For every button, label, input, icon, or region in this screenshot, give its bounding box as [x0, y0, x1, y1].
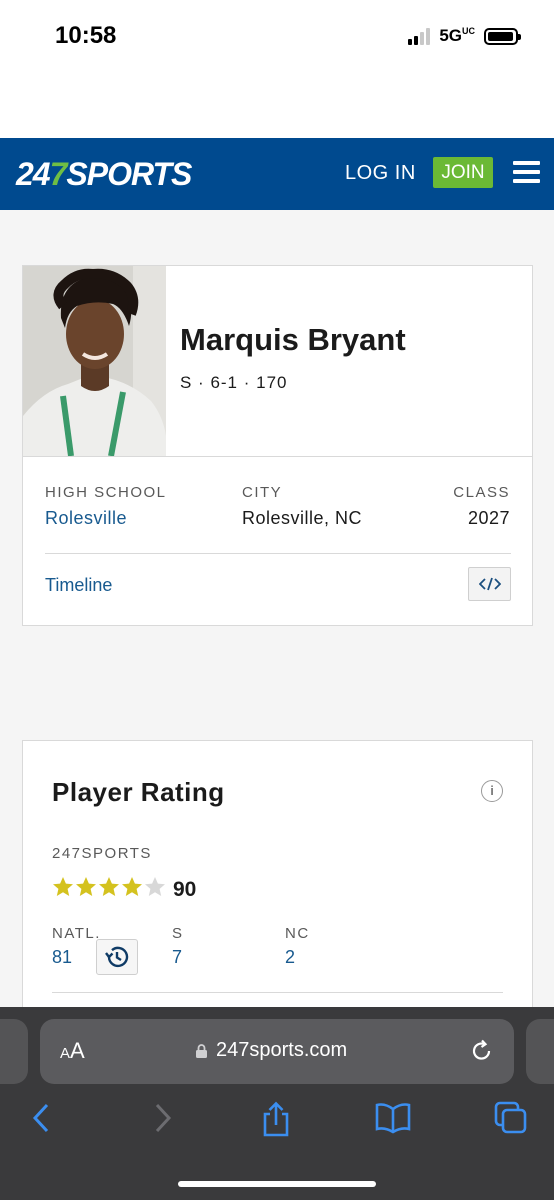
divider: [52, 992, 503, 993]
history-icon: [105, 946, 129, 968]
timeline-link[interactable]: Timeline: [45, 575, 112, 596]
join-button[interactable]: JOIN: [433, 157, 493, 188]
signal-icon: [408, 27, 431, 45]
player-photo: [23, 266, 166, 456]
high-school-link[interactable]: Rolesville: [45, 508, 127, 529]
star-empty-icon: [145, 877, 165, 896]
rating-score: 90: [173, 878, 197, 901]
status-bar: 10:58 5GUC: [0, 0, 554, 138]
reader-large-a: A: [70, 1038, 85, 1063]
status-time: 10:58: [55, 22, 117, 49]
logo-word: SPORTS: [66, 156, 192, 192]
divider: [23, 456, 532, 457]
rank-history-button[interactable]: [96, 939, 138, 975]
reader-text-size-button[interactable]: AA: [60, 1038, 85, 1064]
reader-small-a: A: [60, 1045, 71, 1062]
login-link[interactable]: LOG IN: [345, 162, 416, 185]
player-name: Marquis Bryant: [180, 322, 406, 357]
class-label: CLASS: [453, 484, 510, 501]
embed-code-button[interactable]: [468, 567, 511, 601]
next-tab-peek[interactable]: [526, 1019, 554, 1084]
address-bar[interactable]: AA 247sports.com: [40, 1019, 514, 1084]
divider: [45, 553, 511, 554]
city-label: CITY: [242, 484, 283, 501]
share-icon[interactable]: [259, 1101, 293, 1137]
code-icon: [478, 577, 501, 591]
player-profile-card: Marquis Bryant S · 6-1 · 170 HIGH SCHOOL…: [22, 265, 533, 626]
status-indicators: 5GUC: [408, 26, 521, 46]
site-logo[interactable]: 247SPORTS: [16, 156, 192, 193]
position-rank-label: S: [172, 925, 184, 942]
network-label: 5GUC: [439, 26, 475, 46]
national-rank-label: NATL.: [52, 925, 101, 942]
player-rating-card: Player Rating i 247SPORTS 90 NATL. 81 S …: [22, 740, 533, 1040]
network-suffix: UC: [462, 26, 475, 36]
info-icon[interactable]: i: [481, 780, 503, 802]
back-icon[interactable]: [25, 1101, 59, 1135]
bookmarks-icon[interactable]: [375, 1101, 411, 1135]
star-filled-icon: [53, 877, 73, 896]
previous-tab-peek[interactable]: [0, 1019, 28, 1084]
url-text: 247sports.com: [216, 1039, 348, 1061]
player-position-height-weight: S · 6-1 · 170: [180, 373, 288, 392]
state-rank-label: NC: [285, 925, 310, 942]
star-filled-icon: [122, 877, 142, 896]
site-header: 247SPORTS LOG IN JOIN: [0, 138, 554, 210]
battery-icon: [484, 27, 521, 45]
rating-source-label: 247SPORTS: [52, 845, 152, 862]
logo-number: 24: [16, 156, 51, 192]
reload-icon[interactable]: [468, 1037, 496, 1065]
star-filled-icon: [76, 877, 96, 896]
network-type: 5G: [439, 26, 462, 45]
rating-title: Player Rating: [52, 777, 225, 807]
hamburger-menu-icon[interactable]: [513, 161, 540, 183]
city-value: Rolesville, NC: [242, 508, 363, 528]
browser-toolbar: AA 247sports.com: [0, 1007, 554, 1200]
position-rank-link[interactable]: 7: [172, 947, 182, 968]
home-indicator[interactable]: [178, 1181, 376, 1187]
forward-icon[interactable]: [145, 1101, 179, 1135]
url-display[interactable]: 247sports.com: [195, 1039, 347, 1062]
lock-icon: [196, 1043, 207, 1058]
class-value: 2027: [467, 508, 510, 528]
star-filled-icon: [99, 877, 119, 896]
tabs-icon[interactable]: [494, 1101, 528, 1135]
state-rank-link[interactable]: 2: [285, 947, 295, 968]
star-rating: [52, 876, 166, 898]
high-school-label: HIGH SCHOOL: [45, 484, 167, 501]
logo-seven: 7: [49, 156, 68, 192]
national-rank-link[interactable]: 81: [52, 947, 72, 968]
